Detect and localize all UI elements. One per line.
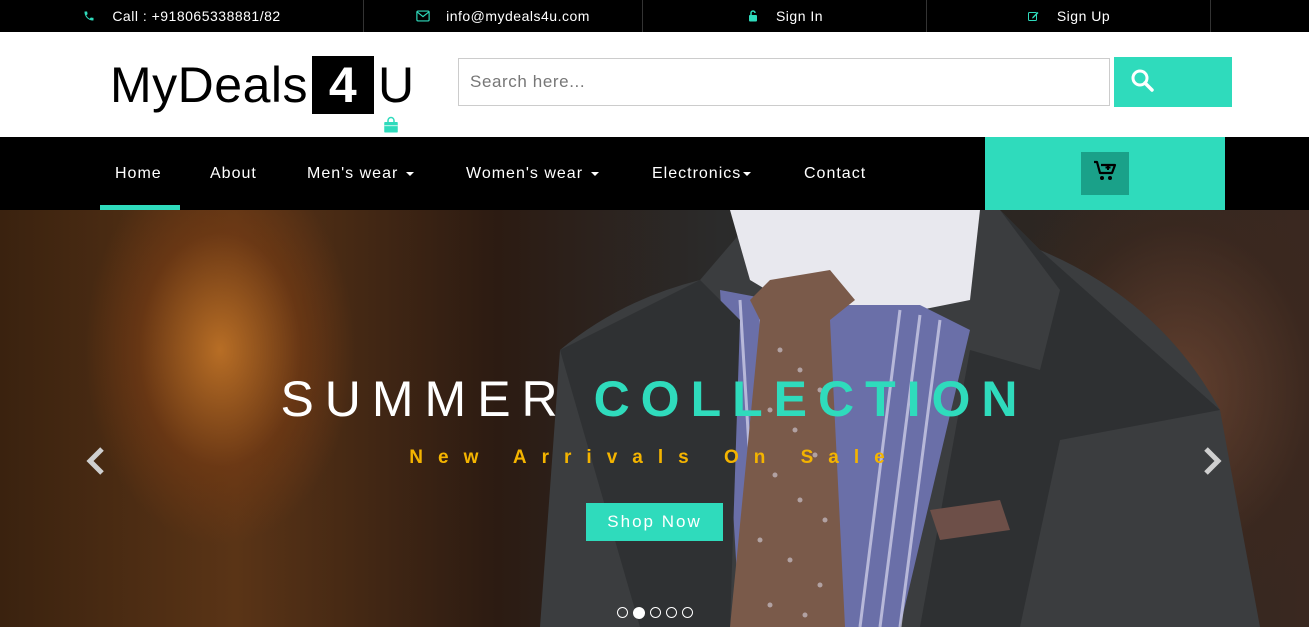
main-nav: Home About Men's wear Women's wear Elect… (0, 137, 1309, 210)
call-text: Call : +918065338881/82 (112, 8, 281, 24)
nav-label: Women's wear (466, 164, 584, 182)
nav-label: Home (115, 164, 162, 182)
hero-slider: SUMMER COLLECTION New Arrivals On Sale S… (0, 210, 1309, 627)
nav-label: Contact (804, 164, 867, 182)
nav-item-electronics[interactable]: Electronics (652, 137, 752, 210)
phone-icon (82, 9, 96, 23)
top-bar: Call : +918065338881/82 info@mydeals4u.c… (0, 0, 1309, 32)
signup-link[interactable]: Sign Up (1057, 8, 1110, 24)
slide-dot[interactable] (617, 607, 628, 618)
search-icon (1130, 68, 1154, 97)
cart-area (985, 137, 1225, 210)
nav-item-about[interactable]: About (210, 137, 257, 210)
hero-title-part1: SUMMER (280, 371, 569, 427)
email-link[interactable]: info@mydeals4u.com (446, 8, 590, 24)
logo-badge: 4 (311, 56, 374, 114)
slide-dot-active[interactable] (633, 607, 645, 619)
nav-item-womens-wear[interactable]: Women's wear (466, 137, 600, 210)
nav-label: About (210, 164, 257, 182)
slide-dot[interactable] (650, 607, 661, 618)
nav-item-contact[interactable]: Contact (804, 137, 866, 210)
hero-title-part2: COLLECTION (593, 371, 1029, 427)
hero-title: SUMMER COLLECTION (0, 370, 1309, 428)
search-placeholder: Search here... (470, 72, 586, 91)
caret-down-icon (406, 171, 415, 176)
next-slide-button[interactable] (1200, 445, 1224, 477)
slide-indicators (617, 607, 693, 619)
signin-link[interactable]: Sign In (776, 8, 823, 24)
slide-dot[interactable] (666, 607, 677, 618)
search-button[interactable] (1114, 57, 1232, 107)
slide-dot[interactable] (682, 607, 693, 618)
site-logo[interactable]: MyDeals 4 U (110, 56, 415, 114)
prev-slide-button[interactable] (84, 445, 108, 477)
cart-icon (1093, 160, 1117, 187)
chevron-left-icon (86, 447, 104, 475)
topbar-email[interactable]: info@mydeals4u.com (364, 0, 643, 32)
nav-item-mens-wear[interactable]: Men's wear (307, 137, 415, 210)
chevron-right-icon (1204, 447, 1222, 475)
nav-item-home[interactable]: Home (115, 137, 162, 210)
topbar-signup[interactable]: Sign Up (927, 0, 1211, 32)
cart-button[interactable] (1081, 152, 1129, 195)
logo-text-part1: MyDeals (110, 57, 308, 113)
hero-subtitle: New Arrivals On Sale (409, 447, 900, 468)
caret-down-icon (743, 171, 752, 176)
caret-down-icon (591, 171, 600, 176)
envelope-icon (416, 9, 430, 23)
header: MyDeals 4 U Search here... (0, 32, 1309, 137)
shopping-bag-icon (382, 116, 400, 134)
nav-label: Electronics (652, 164, 742, 182)
lock-icon (746, 9, 760, 23)
topbar-call: Call : +918065338881/82 (0, 0, 364, 32)
edit-icon (1027, 9, 1041, 23)
shop-now-button[interactable]: Shop Now (586, 503, 723, 541)
nav-label: Men's wear (307, 164, 399, 182)
search-input[interactable]: Search here... (458, 58, 1110, 106)
logo-text-part2: U (377, 57, 415, 113)
topbar-signin[interactable]: Sign In (643, 0, 927, 32)
